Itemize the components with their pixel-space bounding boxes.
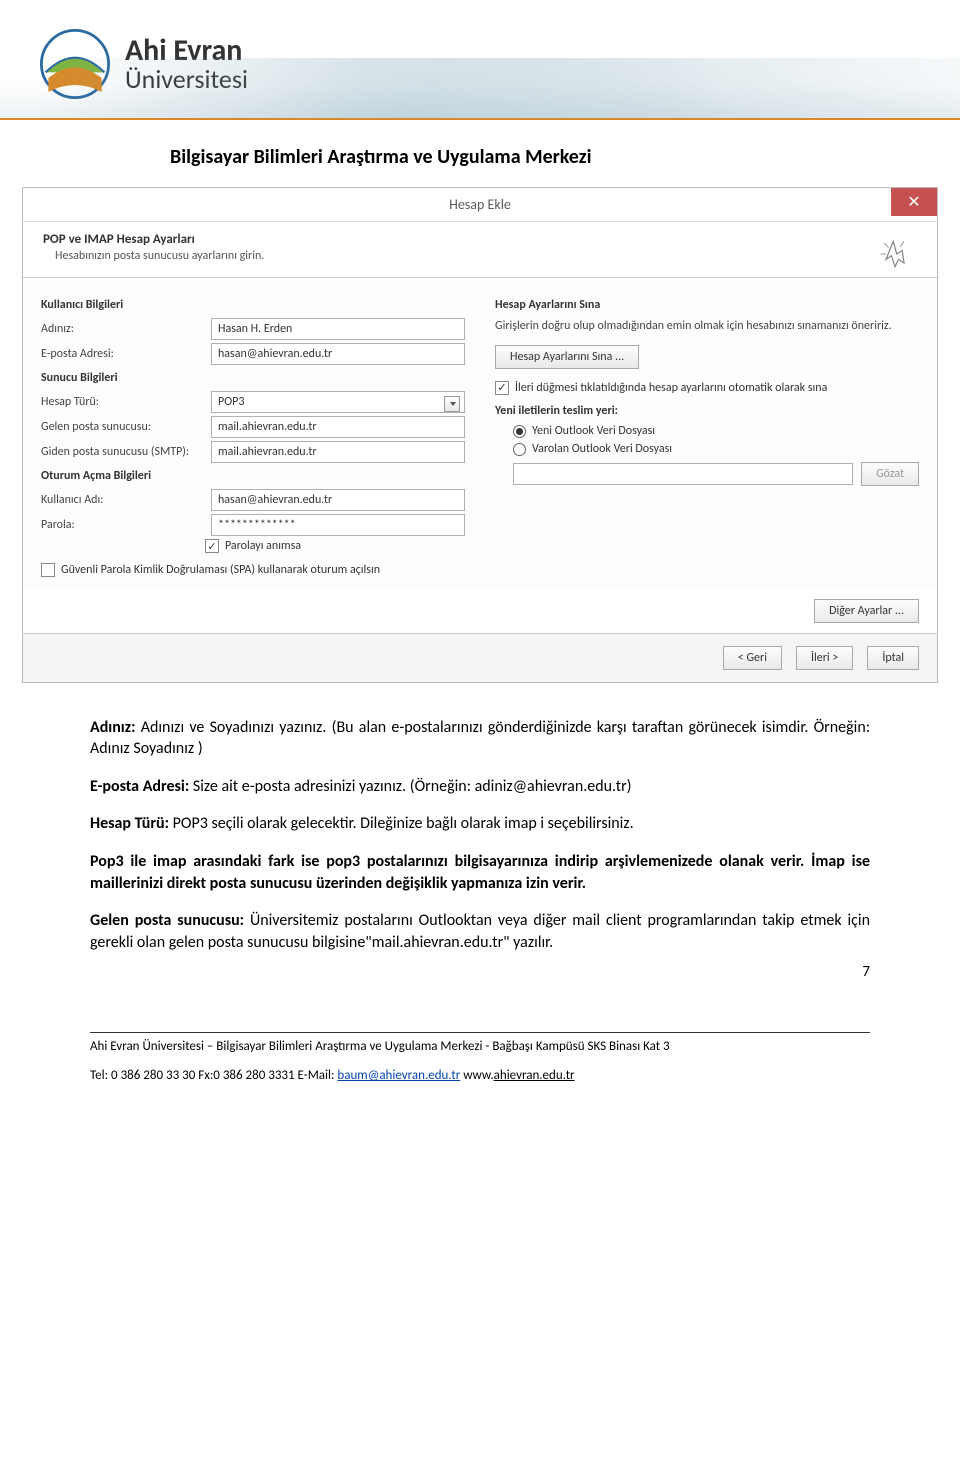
university-logo-icon [40, 29, 110, 99]
footer-contact-prefix: Tel: 0 386 280 33 30 Fx:0 386 280 3331 E… [90, 1068, 337, 1083]
footer-line-2: Tel: 0 386 280 33 30 Fx:0 386 280 3331 E… [90, 1068, 870, 1083]
section-test-settings: Hesap Ayarlarını Sına [495, 298, 919, 312]
dialog-subheader: POP ve IMAP Hesap Ayarları Hesabınızın p… [23, 222, 937, 278]
input-incoming-server[interactable]: mail.ahievran.edu.tr [211, 416, 465, 438]
label-name: Adınız: [41, 322, 211, 336]
university-name-block: Ahi Evran Üniversitesi [125, 36, 248, 92]
checkbox-remember-password[interactable]: ✓ [205, 539, 219, 553]
label-auto-test: İleri düğmesi tıklatıldığında hesap ayar… [515, 381, 919, 397]
dialog-subheader-title: POP ve IMAP Hesap Ayarları [43, 232, 917, 247]
paragraph-name: Adınız: Adınızı ve Soyadınızı yazınız. (… [90, 717, 870, 760]
label-incoming-server: Gelen posta sunucusu: [41, 420, 211, 434]
more-settings-button[interactable]: Diğer Ayarlar ... [814, 599, 919, 623]
input-password[interactable]: ************* [211, 514, 465, 536]
label-password: Parola: [41, 518, 211, 532]
dialog-subheader-desc: Hesabınızın posta sunucusu ayarlarını gi… [43, 249, 917, 263]
left-column: Kullanıcı Bilgileri Adınız: Hasan H. Erd… [41, 292, 465, 579]
close-button[interactable]: ✕ [891, 188, 937, 216]
back-button[interactable]: < Geri [723, 646, 782, 670]
test-settings-note: Girişlerin doğru olup olmadığından emin … [495, 318, 919, 335]
add-account-dialog: Hesap Ekle ✕ POP ve IMAP Hesap Ayarları … [22, 187, 938, 683]
browse-button[interactable]: Gözat [861, 462, 919, 486]
right-column: Hesap Ayarlarını Sına Girişlerin doğru o… [495, 292, 919, 579]
input-email[interactable]: hasan@ahievran.edu.tr [211, 343, 465, 365]
paragraph-email: E-posta Adresi: Size ait e-posta adresin… [90, 776, 870, 798]
footer-line-1: Ahi Evran Üniversitesi – Bilgisayar Bili… [90, 1039, 870, 1054]
label-spa: Güvenli Parola Kimlik Doğrulaması (SPA) … [61, 563, 465, 579]
dialog-body: Kullanıcı Bilgileri Adınız: Hasan H. Erd… [23, 278, 937, 589]
department-heading: Bilgisayar Bilimleri Araştırma ve Uygula… [0, 120, 960, 179]
input-username[interactable]: hasan@ahievran.edu.tr [211, 489, 465, 511]
page-footer: Ahi Evran Üniversitesi – Bilgisayar Bili… [0, 1032, 960, 1083]
select-account-type[interactable]: POP3 [211, 391, 465, 413]
label-email: E-posta Adresi: [41, 347, 211, 361]
university-name: Ahi Evran [125, 36, 248, 66]
next-button[interactable]: İleri > [796, 646, 853, 670]
paragraph-account-type: Hesap Türü: POP3 seçili olarak gelecekti… [90, 813, 870, 835]
footer-email-link[interactable]: baum@ahievran.edu.tr [337, 1068, 460, 1083]
label-username: Kullanıcı Adı: [41, 493, 211, 507]
label-account-type: Hesap Türü: [41, 395, 211, 409]
close-icon: ✕ [907, 192, 920, 212]
paragraph-incoming-server: Gelen posta sunucusu: Üniversitemiz post… [90, 910, 870, 953]
page-number: 7 [0, 963, 960, 981]
checkbox-auto-test[interactable]: ✓ [495, 381, 509, 395]
radio-new-pst[interactable] [513, 425, 526, 438]
cancel-button[interactable]: İptal [867, 646, 919, 670]
input-outgoing-server[interactable]: mail.ahievran.edu.tr [211, 441, 465, 463]
section-user-info: Kullanıcı Bilgileri [41, 298, 465, 312]
label-outgoing-server: Giden posta sunucusu (SMTP): [41, 445, 211, 459]
input-name[interactable]: Hasan H. Erden [211, 318, 465, 340]
test-settings-button[interactable]: Hesap Ayarlarını Sına ... [495, 345, 639, 369]
checkbox-spa[interactable] [41, 563, 55, 577]
section-login-info: Oturum Açma Bilgileri [41, 469, 465, 483]
paragraph-pop3-imap: Pop3 ile imap arasındaki fark ise pop3 p… [90, 851, 870, 894]
label-existing-pst: Varolan Outlook Veri Dosyası [532, 442, 672, 456]
more-settings-row: Diğer Ayarlar ... [23, 589, 937, 633]
radio-existing-pst[interactable] [513, 443, 526, 456]
letterhead: Ahi Evran Üniversitesi [0, 0, 960, 120]
label-remember-password: Parolayı anımsa [225, 539, 301, 553]
document-body: Adınız: Adınızı ve Soyadınızı yazınız. (… [0, 683, 960, 954]
footer-website: ahievran.edu.tr [494, 1068, 575, 1083]
section-delivery: Yeni iletilerin teslim yeri: [495, 404, 919, 418]
university-subtitle: Üniversitesi [125, 66, 248, 92]
dialog-footer: < Geri İleri > İptal [23, 633, 937, 682]
dialog-title-text: Hesap Ekle [449, 196, 511, 213]
section-server-info: Sunucu Bilgileri [41, 371, 465, 385]
dialog-titlebar: Hesap Ekle ✕ [23, 188, 937, 222]
label-new-pst: Yeni Outlook Veri Dosyası [532, 424, 655, 438]
footer-site-prefix: www. [460, 1068, 493, 1083]
cursor-click-icon [877, 236, 913, 272]
input-pst-path[interactable] [513, 463, 853, 485]
